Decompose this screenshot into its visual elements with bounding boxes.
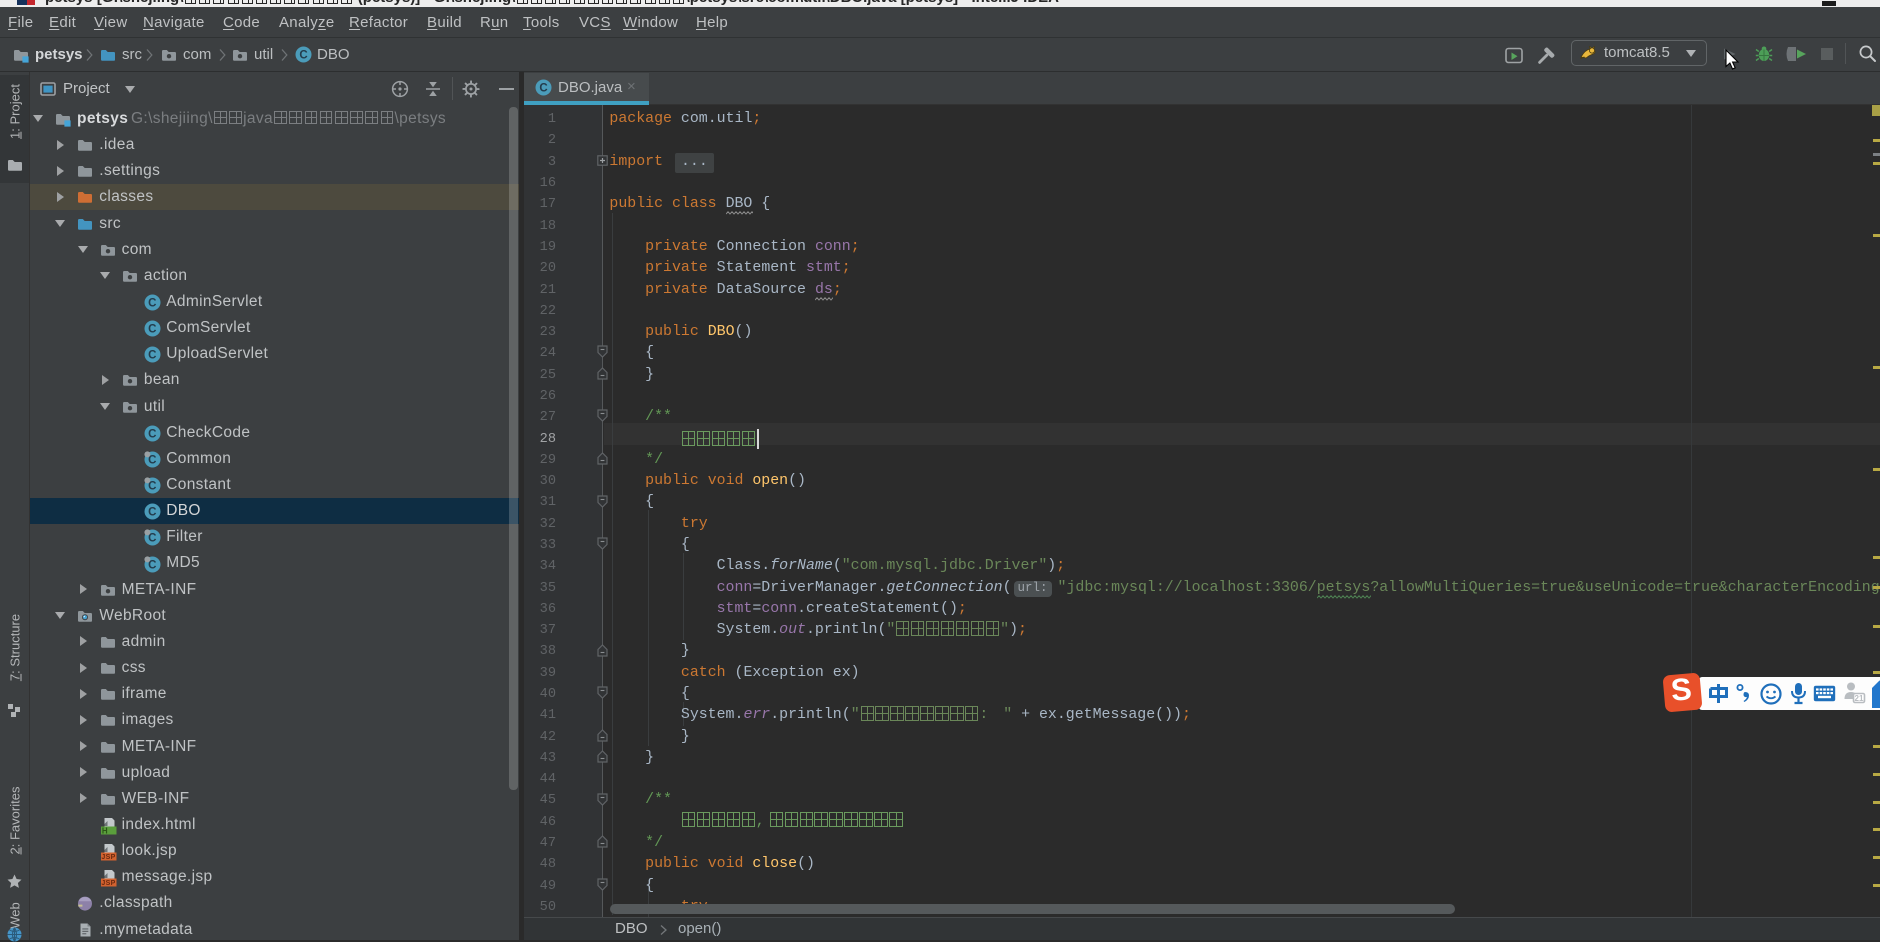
svg-text:21: 21	[1855, 694, 1864, 703]
svg-text:C: C	[148, 428, 157, 440]
svg-text:JSP: JSP	[101, 880, 115, 887]
svg-text:C: C	[148, 324, 157, 336]
svg-text:H: H	[101, 826, 107, 835]
svg-text:C: C	[148, 298, 157, 310]
svg-text:C: C	[148, 507, 157, 519]
svg-text:JSP: JSP	[101, 854, 115, 861]
svg-text:C: C	[299, 50, 307, 62]
svg-text:C: C	[148, 350, 157, 362]
svg-text:C: C	[539, 83, 547, 95]
